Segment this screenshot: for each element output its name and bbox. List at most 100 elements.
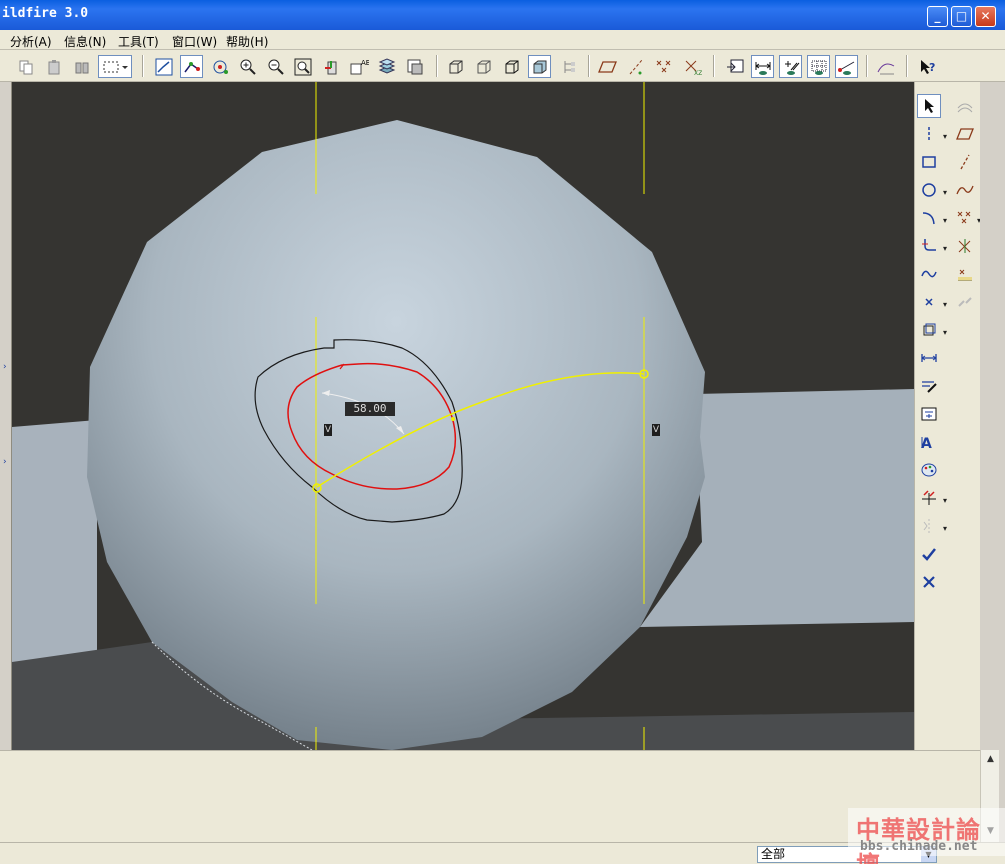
view-manager-button[interactable] [403,55,426,78]
chevron-right-icon: › [3,457,7,467]
sketch-setup-button[interactable] [723,55,746,78]
datum-axes-button[interactable] [624,55,647,78]
paste-button[interactable] [42,55,65,78]
palette-tool-button[interactable] [917,458,941,482]
menu-analysis[interactable]: 分析(A) [10,33,52,50]
use-edge-button[interactable] [917,318,941,342]
copy-button[interactable] [14,55,37,78]
chevron-down-icon[interactable]: ▾ [943,496,947,505]
angle-dimension-label[interactable]: 58.00 [345,402,395,416]
maximize-icon: □ [955,9,968,23]
spin-center-button[interactable] [208,55,231,78]
title-bar[interactable]: ildfire 3.0 _ □ ✕ [0,0,1005,30]
refit-button[interactable] [291,55,314,78]
text-tool-button[interactable]: A [917,430,941,454]
chevron-down-icon[interactable]: ▾ [943,216,947,225]
modify-tool-button[interactable] [917,374,941,398]
menu-window[interactable]: 窗口(W) [172,33,217,50]
pointer-icon [925,99,934,113]
spline-analysis-button[interactable] [874,55,897,78]
coordinate-system-tool-button[interactable] [953,234,977,258]
datum-point-tool-button[interactable] [953,206,977,230]
datum-points-button[interactable] [652,55,675,78]
layers-button[interactable] [375,55,398,78]
vertical-constraint-right[interactable]: V [652,424,660,436]
main-toolbar: AB XZ ? [0,50,1005,82]
close-icon: ✕ [980,9,991,23]
chevron-down-icon[interactable]: ▾ [943,328,947,337]
maximize-button[interactable]: □ [951,6,972,27]
rectangle-tool-button[interactable] [917,150,941,174]
select-tool-button[interactable] [917,94,941,118]
paste-special-icon [75,62,88,73]
svg-text:AB: AB [361,59,369,67]
navigator-collapsed-edge[interactable]: › › [0,82,12,750]
copy-icon [19,60,32,74]
paste-special-button[interactable] [70,55,93,78]
constraints-tool-button[interactable] [917,402,941,426]
sketch-plane-button[interactable] [953,122,977,146]
chevron-down-icon[interactable]: ▾ [943,188,947,197]
csys-icon [958,239,971,253]
display-constraints-button[interactable] [779,55,802,78]
coordinate-systems-button[interactable]: XZ [680,55,703,78]
checkmark-icon [922,548,936,561]
menu-tools[interactable]: 工具(T) [118,33,159,50]
dimension-tool-button[interactable] [917,346,941,370]
zoom-out-button[interactable] [264,55,287,78]
display-grid-button[interactable] [807,55,830,78]
reorient-button[interactable] [319,55,342,78]
menu-help[interactable]: 帮助(H) [226,33,268,50]
saved-views-button[interactable]: AB [347,55,370,78]
sketch-display-button[interactable] [180,55,203,78]
scroll-up-icon[interactable]: ▲ [983,752,998,767]
trim-tool-button[interactable] [917,486,941,510]
chevron-down-icon[interactable]: ▾ [943,244,947,253]
selection-box-icon [103,61,128,72]
graphics-viewport[interactable]: 58.00 V V [12,82,914,750]
shading-button[interactable] [528,55,551,78]
centerline-tool-button[interactable] [917,122,941,146]
svg-text:A: A [921,436,932,450]
chevron-down-icon[interactable]: ▾ [943,132,947,141]
display-vertices-button[interactable] [835,55,858,78]
close-button[interactable]: ✕ [975,6,996,27]
curve-icon [956,185,974,195]
point-tool-button[interactable] [917,290,941,314]
accept-sketch-button[interactable] [917,542,941,566]
spline-tool-button[interactable] [917,262,941,286]
context-help-icon: ? [920,59,935,74]
display-dimensions-button[interactable] [751,55,774,78]
selection-box-button[interactable] [98,55,132,78]
point-x-icon [925,298,933,306]
arc-tool-button[interactable] [917,206,941,230]
chevron-down-icon[interactable]: ▾ [943,300,947,309]
chevron-down-icon[interactable]: ▾ [943,524,947,533]
analysis-tool-button[interactable] [953,262,977,286]
datum-planes-button[interactable] [596,55,619,78]
cancel-sketch-button[interactable] [917,570,941,594]
menu-info[interactable]: 信息(N) [64,33,106,50]
vertical-constraint-left[interactable]: V [324,424,332,436]
curve-tool-button[interactable] [953,178,977,202]
sketch-orientation-button[interactable] [152,55,175,78]
model-tree-button[interactable] [557,55,580,78]
sketch-view-icon [155,58,172,75]
datum-axis-tool-button[interactable] [953,150,977,174]
hidden-line-button[interactable] [472,55,495,78]
zoom-in-button[interactable] [236,55,259,78]
centerline-icon [928,127,930,141]
datum-axis-icon [629,59,642,74]
context-help-button[interactable]: ? [916,55,939,78]
mirror-tool-button[interactable] [917,514,941,538]
fillet-tool-button[interactable] [917,234,941,258]
zoom-in-icon [240,59,256,75]
circle-tool-button[interactable] [917,178,941,202]
wireframe-button[interactable] [444,55,467,78]
minimize-button[interactable]: _ [927,6,948,27]
no-hidden-button[interactable] [500,55,523,78]
offset-edge-button[interactable] [953,94,977,118]
points-icon [957,211,971,224]
link-tool-button[interactable] [953,290,977,314]
constraints-icon [921,407,937,421]
